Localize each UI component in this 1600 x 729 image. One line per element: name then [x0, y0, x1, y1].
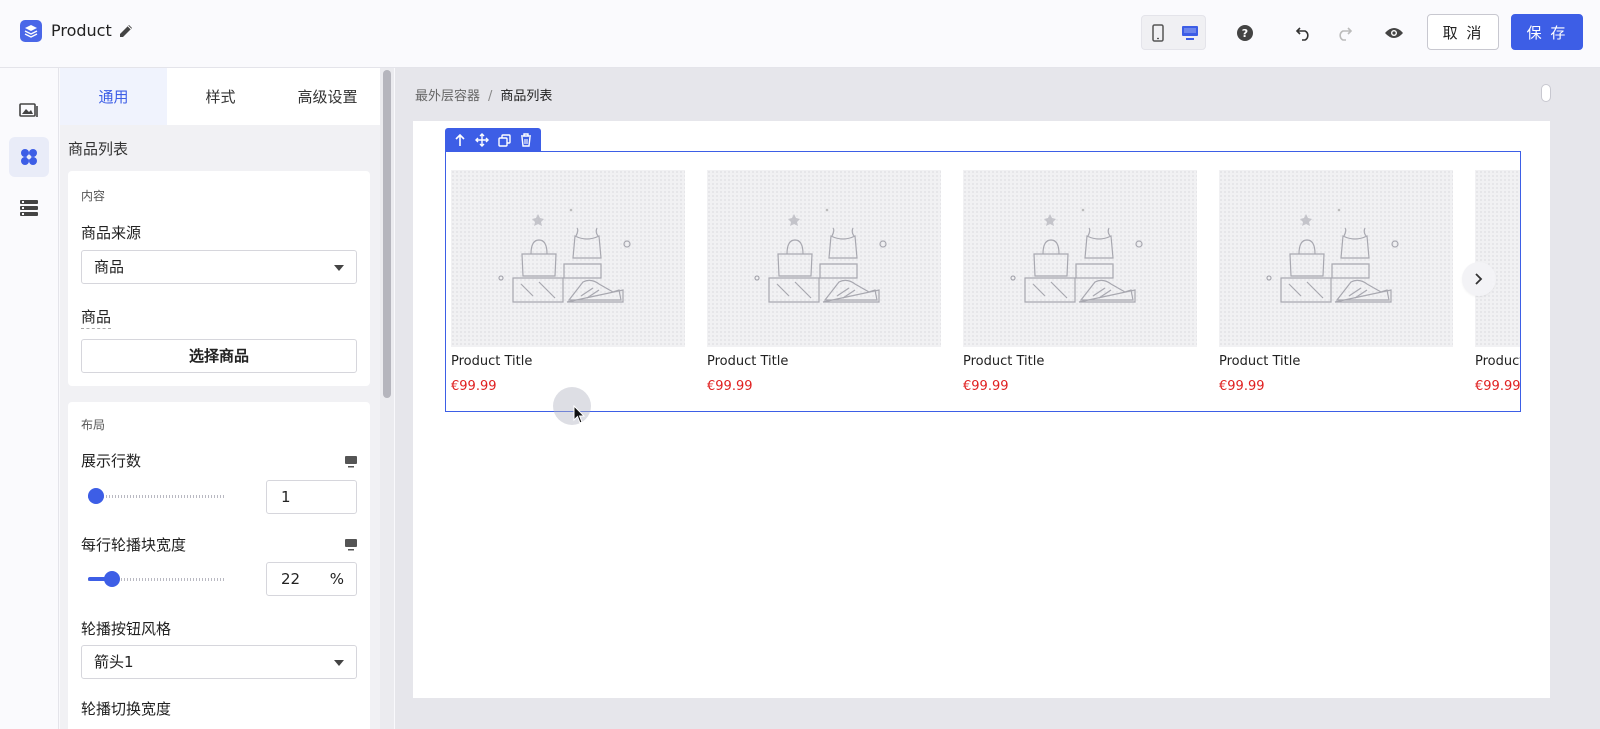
- product-title: Product Title: [1475, 354, 1521, 369]
- product-price: €99.99: [1475, 379, 1521, 394]
- content-card: 内容 商品来源 商品 商品 选择商品: [68, 171, 370, 386]
- product-price: €99.99: [707, 379, 753, 394]
- canvas-scrollbar[interactable]: [1541, 84, 1551, 102]
- product-placeholder-image: [963, 170, 1197, 347]
- slider-thumb[interactable]: [103, 571, 120, 587]
- rail-item-media[interactable]: [9, 90, 49, 130]
- width-input-value: 22: [281, 570, 301, 588]
- product-price: €99.99: [963, 379, 1009, 394]
- mobile-icon[interactable]: [1142, 16, 1174, 49]
- save-button[interactable]: 保 存: [1511, 14, 1583, 50]
- help-icon[interactable]: ?: [1233, 21, 1257, 45]
- breadcrumb-separator: /: [488, 89, 493, 104]
- product-placeholder-image: [1219, 170, 1453, 347]
- panel-scrollbar-thumb[interactable]: [383, 70, 391, 398]
- pencil-icon[interactable]: [117, 22, 135, 40]
- redo-icon[interactable]: [1332, 21, 1356, 45]
- layout-heading: 布局: [81, 418, 106, 432]
- section-title: 商品列表: [68, 140, 129, 158]
- select-product-button[interactable]: 选择商品: [81, 339, 357, 373]
- breadcrumb-current: 商品列表: [500, 89, 553, 104]
- source-select-value: 商品: [94, 258, 125, 276]
- rows-label: 展示行数: [81, 452, 142, 470]
- cancel-button[interactable]: 取 消: [1427, 14, 1499, 50]
- button-style-value: 箭头1: [94, 653, 134, 671]
- undo-icon[interactable]: [1292, 21, 1316, 45]
- product-title: Product Title: [451, 354, 533, 369]
- product-title: Product Title: [707, 354, 789, 369]
- percent-unit: %: [329, 570, 344, 588]
- caret-down-icon: [334, 265, 344, 271]
- product-price: €99.99: [1219, 379, 1265, 394]
- chevron-right-icon: [1475, 273, 1483, 285]
- mouse-cursor-icon: [573, 404, 587, 425]
- button-style-label: 轮播按钮风格: [81, 620, 172, 638]
- rows-input[interactable]: 1: [266, 480, 357, 514]
- tab-general[interactable]: 通用: [60, 68, 167, 125]
- product-label: 商品: [81, 306, 112, 329]
- rail-item-components[interactable]: [9, 137, 49, 177]
- svg-text:?: ?: [1242, 27, 1248, 40]
- caret-down-icon: [334, 660, 344, 666]
- width-slider[interactable]: [88, 571, 224, 587]
- content-heading: 内容: [81, 189, 106, 203]
- tab-advanced[interactable]: 高级设置: [274, 68, 381, 125]
- settings-panel: 通用 样式 高级设置 商品列表 内容 商品来源 商品 商品 选择商品 布局 展示…: [60, 68, 385, 729]
- layout-card: 布局 展示行数 1 每行轮播块宽度 22 % 轮播按钮风格 箭头1 轮播切换宽度: [68, 402, 370, 729]
- product-placeholder-image: [451, 170, 685, 347]
- product-list-component[interactable]: Product Title €99.99 Product Title €99.9…: [445, 151, 1521, 412]
- switch-width-label: 轮播切换宽度: [81, 700, 172, 718]
- rail-item-layers[interactable]: [9, 188, 49, 228]
- slider-thumb[interactable]: [88, 488, 104, 504]
- device-switcher: [1141, 15, 1206, 50]
- slider-track: [88, 495, 224, 498]
- product-title: Product Title: [963, 354, 1045, 369]
- layers-icon: [20, 200, 38, 216]
- source-label: 商品来源: [81, 224, 142, 242]
- breadcrumb-root[interactable]: 最外层容器: [415, 89, 480, 104]
- trash-icon[interactable]: [518, 132, 534, 148]
- settings-tabs: 通用 样式 高级设置: [60, 68, 385, 125]
- width-label: 每行轮播块宽度: [81, 536, 187, 554]
- button-style-select[interactable]: 箭头1: [81, 645, 357, 679]
- product-price: €99.99: [451, 379, 497, 394]
- left-rail: [0, 68, 59, 729]
- rows-input-value: 1: [281, 488, 291, 506]
- arrow-up-icon[interactable]: [452, 132, 468, 148]
- copy-icon[interactable]: [496, 132, 512, 148]
- image-gallery-icon: [19, 103, 38, 117]
- width-input[interactable]: 22 %: [266, 562, 357, 596]
- breadcrumb: 最外层容器 / 商品列表: [415, 85, 552, 104]
- product-placeholder-image: [1475, 170, 1520, 347]
- move-icon[interactable]: [474, 132, 490, 148]
- source-select[interactable]: 商品: [81, 250, 357, 284]
- rows-slider[interactable]: [88, 488, 224, 504]
- carousel-next-button[interactable]: [1462, 262, 1496, 296]
- component-toolbar: [445, 128, 541, 152]
- layers-logo-icon: [20, 20, 42, 42]
- eye-icon[interactable]: [1382, 21, 1406, 45]
- components-icon: [21, 149, 37, 165]
- product-placeholder-image: [707, 170, 941, 347]
- page-title: Product: [51, 21, 112, 40]
- top-bar: Product ? 取 消 保 存: [0, 0, 1600, 68]
- desktop-small-icon: [344, 537, 358, 551]
- tab-style[interactable]: 样式: [167, 68, 274, 125]
- desktop-icon[interactable]: [1174, 16, 1206, 49]
- desktop-small-icon: [344, 454, 358, 468]
- product-title: Product Title: [1219, 354, 1301, 369]
